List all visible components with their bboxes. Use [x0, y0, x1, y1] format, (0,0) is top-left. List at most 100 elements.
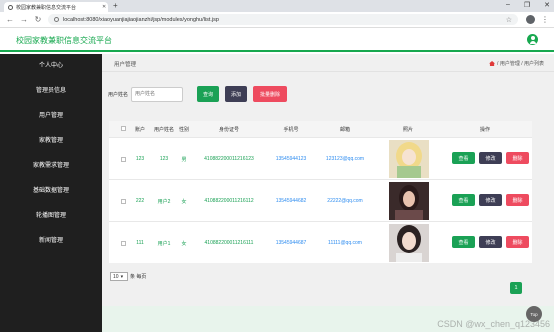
sidebar-item-label: 个人中心: [38, 62, 63, 69]
sidebar-item-label: 管理员信息: [35, 87, 66, 94]
breadcrumb: / 用户管理 / 用户列表: [489, 60, 544, 67]
sidebar-item-user-management[interactable]: 用户管理: [0, 104, 102, 124]
page-size-control: 10 ▾ 条 每页: [110, 272, 146, 281]
cell-name: 用户2: [157, 199, 171, 205]
user-table: 账户 用户姓名 性别 身份证号 手机号 邮箱 照片 操作 123 123 男 4…: [109, 121, 532, 263]
page-size-value: 10: [113, 273, 119, 280]
batch-delete-button[interactable]: 批量删除: [253, 86, 288, 102]
search-bar: 用户姓名 查询 添加 批量删除: [108, 86, 288, 102]
close-window-icon[interactable]: ✕: [544, 1, 550, 9]
page-size-select[interactable]: 10 ▾: [110, 272, 128, 281]
app-header: 校园家教兼职信息交流平台: [0, 28, 554, 52]
search-input[interactable]: [131, 86, 184, 102]
column-header: 性别: [178, 127, 190, 133]
sidebar-item-admin-info[interactable]: 管理员信息: [0, 79, 102, 99]
edit-button[interactable]: 修改: [479, 194, 502, 206]
minimize-icon[interactable]: –: [506, 1, 510, 9]
row-checkbox[interactable]: [121, 199, 126, 204]
sidebar-item-label: 家教管理: [38, 137, 63, 144]
close-tab-icon[interactable]: ✕: [102, 4, 106, 10]
sidebar-item-carousel-management[interactable]: 轮播图管理: [0, 204, 102, 224]
cell-email: 11111@qq.com: [328, 240, 362, 246]
forward-icon[interactable]: →: [20, 15, 28, 24]
table-header: 账户 用户姓名 性别 身份证号 手机号 邮箱 照片 操作: [109, 121, 532, 137]
cell-name: 用户1: [157, 241, 171, 247]
table-row: 123 123 男 410882200011216123 13545944123…: [109, 137, 532, 179]
sidebar-item-tutor-management[interactable]: 家教管理: [0, 129, 102, 149]
view-button[interactable]: 查看: [452, 236, 475, 248]
browser-menu-icon[interactable]: ⋮: [541, 15, 549, 24]
sidebar-item-label: 用户管理: [38, 112, 63, 119]
row-checkbox[interactable]: [121, 241, 126, 246]
table-row: 111 用户1 女 410882200011216111 13545944687…: [109, 221, 532, 263]
cell-gender: 男: [181, 157, 187, 163]
sidebar: 个人中心 管理员信息 用户管理 家教管理 家教需求管理 基础数据管理 轮播图管理…: [0, 54, 102, 332]
sidebar-item-label: 新闻管理: [38, 237, 63, 244]
page-number-button[interactable]: 1: [510, 282, 522, 294]
edit-button[interactable]: 修改: [479, 236, 502, 248]
sidebar-item-label: 轮播图管理: [35, 212, 66, 219]
app-title: 校园家教兼职信息交流平台: [16, 36, 112, 45]
cell-account: 222: [135, 198, 145, 204]
user-photo: [389, 140, 429, 178]
user-photo: [389, 224, 429, 262]
column-header: 邮箱: [339, 127, 351, 133]
view-button[interactable]: 查看: [452, 152, 475, 164]
home-icon[interactable]: [489, 61, 496, 66]
cell-name: 123: [159, 156, 169, 162]
search-label: 用户姓名: [108, 91, 129, 98]
sidebar-item-basic-data-management[interactable]: 基础数据管理: [0, 179, 102, 199]
watermark: CSDN @wx_chen_q123456: [437, 319, 550, 329]
cell-phone: 13545944687: [275, 240, 307, 246]
cell-email: 22222@qq.com: [327, 198, 363, 204]
cell-account: 123: [135, 156, 145, 162]
bookmark-star-icon[interactable]: ☆: [506, 16, 512, 24]
reload-icon[interactable]: ↻: [34, 15, 42, 24]
sidebar-item-tutor-demand-management[interactable]: 家教需求管理: [0, 154, 102, 174]
sidebar-item-personal-center[interactable]: 个人中心: [0, 54, 102, 74]
user-photo: [389, 182, 429, 220]
url-field[interactable]: localhost:8080/xiaoyuanjiajiaojianzhi/js…: [48, 14, 518, 25]
back-icon[interactable]: ←: [6, 15, 14, 24]
row-checkbox[interactable]: [121, 157, 126, 162]
address-bar: ← → ↻ localhost:8080/xiaoyuanjiajiaojian…: [0, 12, 554, 28]
delete-button[interactable]: 删除: [506, 152, 529, 164]
column-header: 照片: [402, 127, 414, 133]
select-all-checkbox[interactable]: [121, 126, 126, 131]
browser-tab-title: 校园家教兼职信息交流平台: [16, 4, 77, 11]
breadcrumb-bar: 用户管理 / 用户管理 / 用户列表: [102, 54, 554, 72]
info-icon[interactable]: [54, 17, 59, 22]
page-title: 用户管理: [114, 62, 137, 68]
cell-phone: 13545944123: [275, 156, 307, 162]
add-button[interactable]: 添加: [225, 86, 248, 102]
cell-id-card: 410882200011216111: [204, 240, 254, 246]
sidebar-item-news-management[interactable]: 新闻管理: [0, 229, 102, 249]
edit-button[interactable]: 修改: [479, 152, 502, 164]
profile-avatar-icon[interactable]: [526, 15, 535, 24]
main-content: 用户管理 / 用户管理 / 用户列表 用户姓名 查询 添加 批量删除 账户 用户…: [102, 54, 554, 332]
maximize-icon[interactable]: ❐: [524, 1, 530, 9]
chevron-down-icon: ▾: [120, 273, 124, 280]
table-row: 222 用户2 女 410882200011216112 13545944682…: [109, 179, 532, 221]
url-text: localhost:8080/xiaoyuanjiajiaojianzhi/js…: [63, 16, 219, 23]
page-size-suffix: 条 每页: [130, 274, 147, 280]
breadcrumb-path: / 用户管理 / 用户列表: [497, 61, 544, 67]
cell-gender: 女: [181, 241, 187, 247]
delete-button[interactable]: 删除: [506, 194, 529, 206]
column-header: 身份证号: [218, 127, 240, 133]
window-controls: – ❐ ✕: [506, 1, 550, 9]
delete-button[interactable]: 删除: [506, 236, 529, 248]
query-button[interactable]: 查询: [197, 86, 220, 102]
cell-phone: 13545944682: [275, 198, 307, 204]
view-button[interactable]: 查看: [452, 194, 475, 206]
cell-account: 111: [136, 240, 144, 246]
sidebar-item-label: 基础数据管理: [32, 187, 69, 194]
new-tab-button[interactable]: +: [113, 1, 118, 10]
cell-email: 123123@qq.com: [325, 156, 365, 162]
column-header: 操作: [479, 127, 491, 133]
user-account-icon[interactable]: [527, 34, 538, 45]
browser-tab[interactable]: 校园家教兼职信息交流平台 ✕: [4, 2, 108, 12]
sidebar-item-label: 家教需求管理: [32, 162, 69, 169]
column-header: 用户姓名: [153, 127, 175, 133]
column-header: 手机号: [283, 127, 299, 133]
